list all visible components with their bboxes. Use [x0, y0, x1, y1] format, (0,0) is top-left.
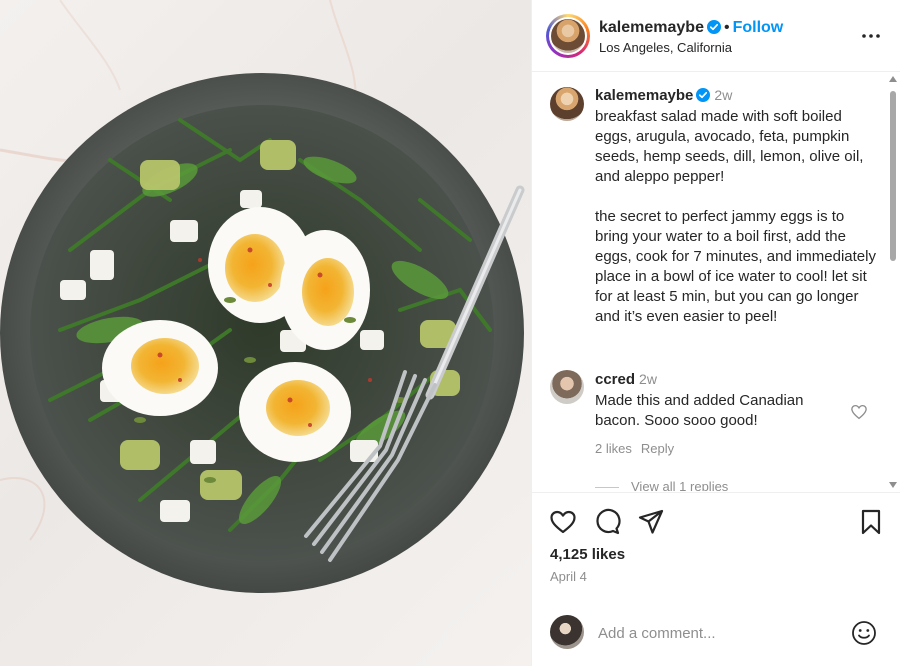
- comment-time: 2w: [639, 371, 657, 387]
- comment-username[interactable]: ccred: [595, 371, 635, 388]
- separator-dot: •: [723, 19, 730, 36]
- author-line: kalememaybe • Follow: [599, 19, 783, 37]
- post-photo[interactable]: [0, 0, 531, 666]
- post-actions: 4,125 likes April 4: [532, 492, 900, 596]
- caption-paragraph: breakfast salad made with soft boiled eg…: [595, 108, 864, 185]
- add-comment-input[interactable]: [598, 621, 838, 645]
- comment-text: Made this and added Canadian bacon. Sooo…: [595, 392, 804, 429]
- replies-divider: [595, 487, 619, 489]
- follow-button[interactable]: Follow: [733, 19, 784, 36]
- current-user-avatar: [550, 615, 584, 649]
- author-avatar[interactable]: [546, 14, 590, 58]
- caption-text: breakfast salad made with soft boiled eg…: [595, 107, 880, 347]
- post-details-panel: kalememaybe • Follow Los Angeles, Californ…: [531, 0, 900, 666]
- comment-meta: 2 likes Reply: [595, 441, 683, 456]
- verified-icon: [706, 20, 721, 34]
- add-comment-bar: [532, 596, 900, 666]
- post-header: kalememaybe • Follow Los Angeles, Californ…: [532, 0, 900, 72]
- author-username[interactable]: kalememaybe: [599, 19, 704, 36]
- verified-icon: [696, 88, 711, 102]
- scroll-up-arrow[interactable]: [889, 76, 897, 82]
- comment-author-line: ccred 2w: [595, 371, 657, 388]
- comments-scroll-area[interactable]: kalememaybe 2w breakfast salad made with …: [532, 73, 900, 491]
- scroll-down-arrow[interactable]: [889, 482, 897, 488]
- comment-avatar[interactable]: [550, 370, 584, 404]
- caption-username[interactable]: kalememaybe: [595, 87, 693, 104]
- caption-author-line: kalememaybe 2w: [595, 87, 732, 104]
- heart-icon[interactable]: [850, 403, 868, 421]
- caption-time: 2w: [714, 87, 733, 103]
- emoji-icon[interactable]: [851, 620, 877, 646]
- view-replies-label: View all 1 replies: [631, 479, 729, 491]
- salad-bowl-image: [0, 0, 525, 593]
- caption-paragraph: the secret to perfect jammy eggs is to b…: [595, 208, 876, 325]
- comment-icon[interactable]: [593, 508, 621, 536]
- reply-button[interactable]: Reply: [641, 441, 674, 456]
- caption-avatar[interactable]: [550, 87, 584, 121]
- likes-count[interactable]: 4,125 likes: [550, 546, 625, 563]
- share-icon[interactable]: [637, 508, 665, 536]
- view-replies-button[interactable]: View all 1 replies: [595, 479, 728, 491]
- post-date: April 4: [550, 569, 587, 584]
- heart-icon[interactable]: [549, 508, 577, 536]
- more-options-icon[interactable]: [861, 26, 881, 46]
- scrollbar[interactable]: [889, 76, 897, 488]
- scrollbar-thumb[interactable]: [890, 91, 896, 261]
- post-location[interactable]: Los Angeles, California: [599, 40, 732, 55]
- bookmark-icon[interactable]: [857, 508, 885, 536]
- comment-likes[interactable]: 2 likes: [595, 441, 632, 456]
